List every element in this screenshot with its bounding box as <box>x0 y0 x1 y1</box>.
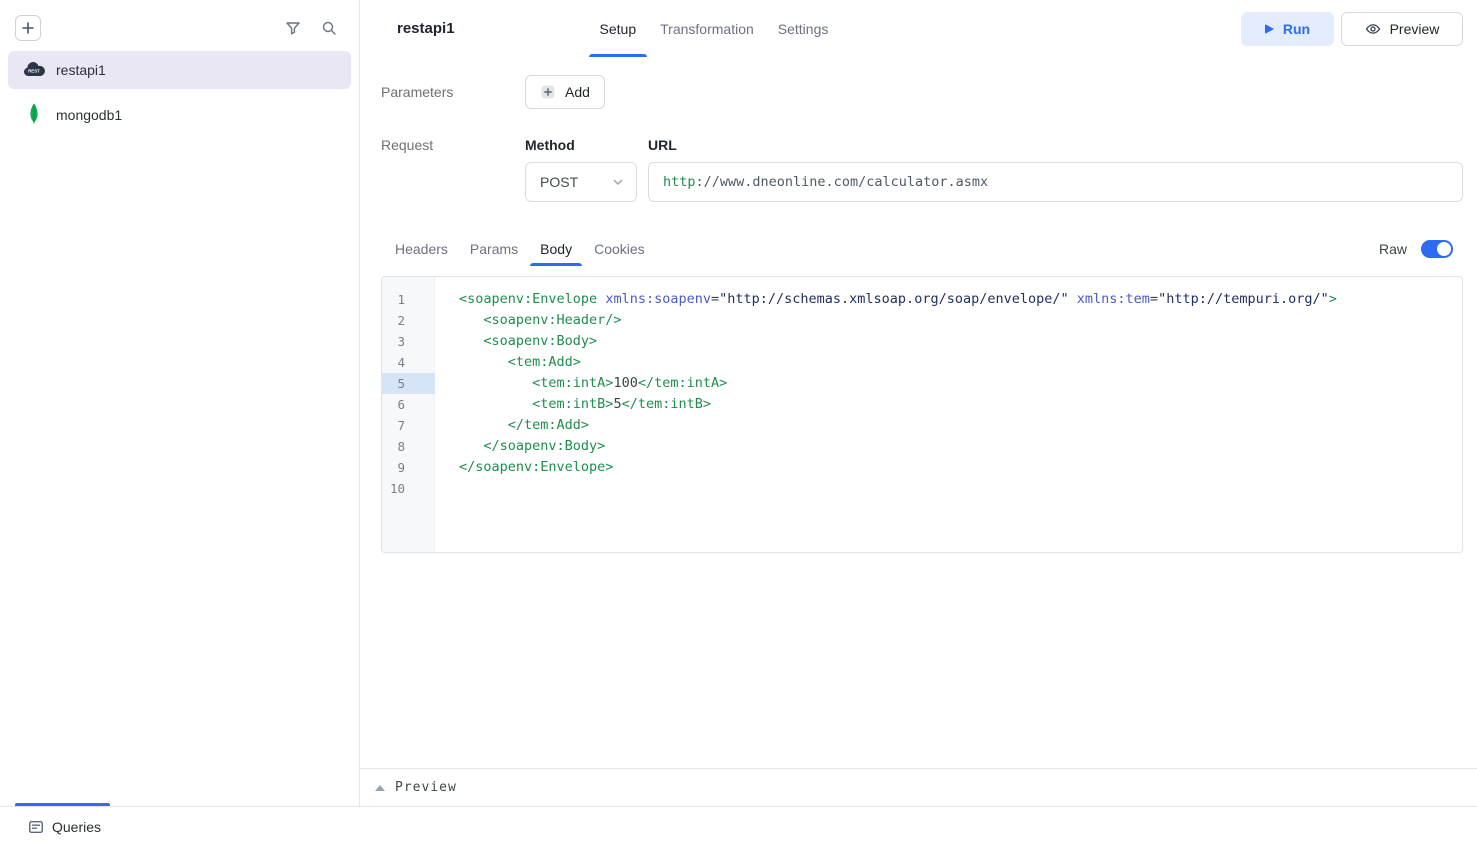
editor-lines: 1<soapenv:Envelope xmlns:soapenv="http:/… <box>382 277 1462 499</box>
method-label: Method <box>525 135 637 155</box>
parameters-row: Parameters Add <box>381 75 1463 109</box>
method-value: POST <box>540 174 578 190</box>
code-line[interactable]: 7 </tem:Add> <box>382 415 1462 436</box>
tab-headers[interactable]: Headers <box>385 232 458 266</box>
code-line[interactable]: 4 <tem:Add> <box>382 352 1462 373</box>
line-number[interactable]: 6 <box>382 394 435 415</box>
toggle-knob <box>1437 242 1451 256</box>
search-icon[interactable] <box>321 20 337 36</box>
line-number[interactable]: 10 <box>382 478 435 499</box>
code-line-text <box>435 478 459 499</box>
preview-panel-toggle[interactable]: Preview <box>360 768 1477 806</box>
code-line[interactable]: 8 </soapenv:Body> <box>382 436 1462 457</box>
expand-up-icon <box>375 785 385 791</box>
header-tabs: Setup Transformation Settings <box>589 0 840 57</box>
setup-content: Parameters Add Request Method POST <box>360 57 1477 768</box>
code-line[interactable]: 2 <soapenv:Header/> <box>382 310 1462 331</box>
sidebar-toolbar-icons <box>285 20 337 36</box>
preview-panel-label: Preview <box>395 780 457 795</box>
mongodb-icon <box>22 101 46 129</box>
raw-toggle-group: Raw <box>1379 240 1463 258</box>
tab-params[interactable]: Params <box>460 232 528 266</box>
parameters-label: Parameters <box>381 82 525 102</box>
url-scheme: http <box>663 174 696 190</box>
play-icon <box>1265 24 1274 34</box>
code-line-text: <tem:intB>5</tem:intB> <box>435 394 711 415</box>
add-button-label: Add <box>565 84 590 100</box>
line-number[interactable]: 9 <box>382 457 435 478</box>
code-line[interactable]: 1<soapenv:Envelope xmlns:soapenv="http:/… <box>382 289 1462 310</box>
raw-toggle[interactable] <box>1421 240 1453 258</box>
request-config-tabs: Headers Params Body Cookies <box>385 232 655 266</box>
query-title: restapi1 <box>397 20 455 37</box>
code-line-text: <tem:intA>100</tem:intA> <box>435 373 727 394</box>
queries-tab-label: Queries <box>52 819 101 835</box>
code-line-text: <tem:Add> <box>435 352 581 373</box>
code-line-text: </soapenv:Body> <box>435 436 605 457</box>
code-line-text: <soapenv:Header/> <box>435 310 622 331</box>
query-list: REST restapi1 mongodb1 <box>0 41 359 134</box>
tab-setup[interactable]: Setup <box>589 0 648 57</box>
request-config-tabs-row: Headers Params Body Cookies Raw <box>381 232 1463 266</box>
sidebar: REST restapi1 mongodb1 <box>0 0 360 806</box>
code-line[interactable]: 6 <tem:intB>5</tem:intB> <box>382 394 1462 415</box>
run-button[interactable]: Run <box>1241 12 1334 46</box>
request-row: Request Method POST URL http://www.dneon… <box>381 135 1463 202</box>
method-select[interactable]: POST <box>525 162 637 202</box>
eye-icon <box>1365 21 1381 37</box>
url-label: URL <box>648 135 1463 155</box>
line-number[interactable]: 2 <box>382 310 435 331</box>
url-field: URL http://www.dneonline.com/calculator.… <box>648 135 1463 202</box>
tab-cookies[interactable]: Cookies <box>584 232 655 266</box>
line-number[interactable]: 3 <box>382 331 435 352</box>
tab-settings[interactable]: Settings <box>767 0 840 57</box>
new-query-button[interactable] <box>15 15 41 41</box>
main-row: REST restapi1 mongodb1 restapi1 Setup <box>0 0 1477 806</box>
body-code-editor[interactable]: 1<soapenv:Envelope xmlns:soapenv="http:/… <box>381 276 1463 553</box>
sidebar-toolbar <box>0 0 359 41</box>
run-button-label: Run <box>1283 21 1310 37</box>
sidebar-item-mongodb1[interactable]: mongodb1 <box>8 96 351 134</box>
request-label: Request <box>381 135 525 155</box>
preview-button[interactable]: Preview <box>1341 12 1463 46</box>
code-line-text: </tem:Add> <box>435 415 589 436</box>
code-line[interactable]: 9</soapenv:Envelope> <box>382 457 1462 478</box>
tab-transformation[interactable]: Transformation <box>649 0 765 57</box>
method-field: Method POST <box>525 135 637 202</box>
svg-text:REST: REST <box>28 69 40 74</box>
code-line[interactable]: 5 <tem:intA>100</tem:intA> <box>382 373 1462 394</box>
code-line-text: <soapenv:Body> <box>435 331 597 352</box>
plus-icon <box>21 21 35 35</box>
app-root: REST restapi1 mongodb1 restapi1 Setup <box>0 0 1477 847</box>
line-number[interactable]: 1 <box>382 289 435 310</box>
rest-api-icon: REST <box>22 56 46 84</box>
queries-icon <box>28 819 44 835</box>
sidebar-item-restapi1[interactable]: REST restapi1 <box>8 51 351 89</box>
line-number[interactable]: 5 <box>382 373 435 394</box>
chevron-down-icon <box>612 176 624 188</box>
queries-tab-active-indicator <box>15 803 110 806</box>
header-actions: Run Preview <box>1241 12 1463 46</box>
line-number[interactable]: 8 <box>382 436 435 457</box>
queries-tab[interactable]: Queries <box>28 819 101 835</box>
line-number[interactable]: 7 <box>382 415 435 436</box>
code-line-text: </soapenv:Envelope> <box>435 457 613 478</box>
tab-body[interactable]: Body <box>530 232 582 266</box>
preview-button-label: Preview <box>1390 21 1440 37</box>
filter-icon[interactable] <box>285 20 301 36</box>
url-rest: ://www.dneonline.com/calculator.asmx <box>696 174 989 190</box>
code-line-text: <soapenv:Envelope xmlns:soapenv="http://… <box>435 289 1337 310</box>
url-input[interactable]: http://www.dneonline.com/calculator.asmx <box>648 162 1463 202</box>
query-item-label: mongodb1 <box>56 107 122 123</box>
add-parameter-button[interactable]: Add <box>525 75 605 109</box>
main-panel: restapi1 Setup Transformation Settings R… <box>360 0 1477 806</box>
plus-square-icon <box>540 84 556 100</box>
code-line[interactable]: 3 <soapenv:Body> <box>382 331 1462 352</box>
query-item-label: restapi1 <box>56 62 106 78</box>
main-header: restapi1 Setup Transformation Settings R… <box>360 0 1477 57</box>
bottom-bar: Queries <box>0 806 1477 847</box>
line-number[interactable]: 4 <box>382 352 435 373</box>
code-line[interactable]: 10 <box>382 478 1462 499</box>
raw-label: Raw <box>1379 241 1407 257</box>
